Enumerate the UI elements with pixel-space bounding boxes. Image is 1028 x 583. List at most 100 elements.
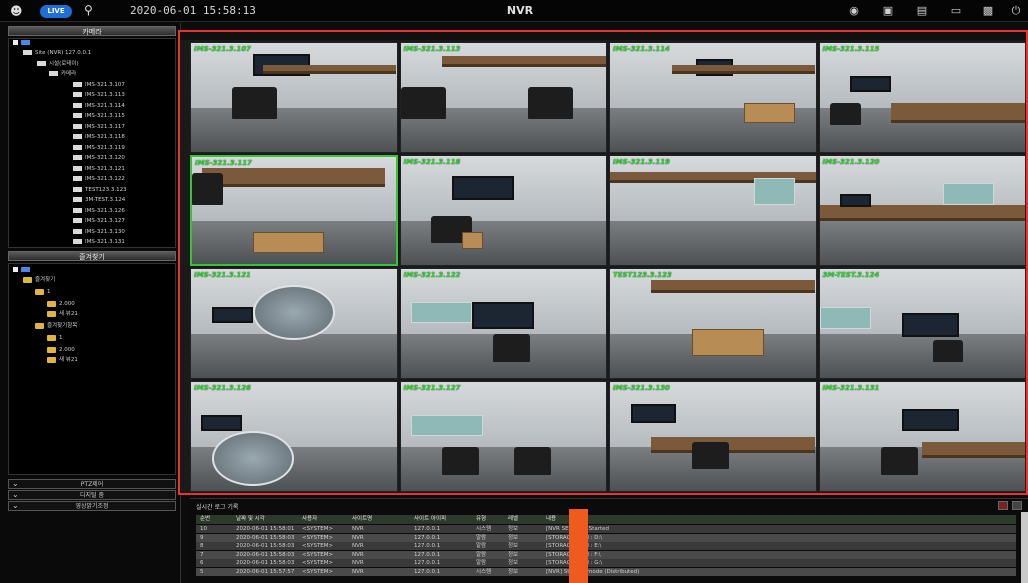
log-cell: [STORAGE] Add : G:\: [546, 560, 603, 566]
camera-tile[interactable]: IMS-321.3.121: [190, 268, 398, 379]
zoom-icon[interactable]: ▣: [880, 4, 896, 18]
screen-icon[interactable]: ▭: [948, 4, 964, 18]
ptz-control-section[interactable]: ⌄ PTZ제어: [8, 479, 176, 489]
log-row[interactable]: 9 2020-06-01 15:58:03 <SYSTEM> NVR 127.0.0.1…: [196, 533, 1016, 542]
camera-tile[interactable]: IMS-321.3.119: [609, 155, 817, 266]
tree-group[interactable]: 시설(로테이): [37, 60, 79, 68]
favorite-item[interactable]: 1: [35, 288, 51, 296]
log-column-header[interactable]: 순번: [196, 515, 236, 524]
log-column-header[interactable]: 내용: [546, 515, 1016, 524]
favorite-item[interactable]: 2.000: [47, 300, 75, 308]
device-tree[interactable]: Site (NVR) 127.0.0.1 시설(로테이) 카메라 IMS-321.3.…: [8, 38, 176, 248]
tree-camera-item[interactable]: IMS-321.3.115: [73, 112, 125, 120]
camera-tile[interactable]: IMS-321.3.114: [609, 42, 817, 153]
scene-fan: [252, 285, 335, 340]
power-icon[interactable]: ⏻: [1008, 4, 1024, 18]
camera-tile[interactable]: IMS-321.3.120: [818, 155, 1026, 266]
log-detach-button[interactable]: [1012, 501, 1022, 510]
favorites-section-header[interactable]: 즐겨찾기: [8, 251, 176, 261]
camera-label: IMS-321.3.127: [403, 384, 461, 392]
favorite-item[interactable]: 새 뷰21: [47, 310, 78, 318]
user-icon[interactable]: ☻: [10, 4, 24, 18]
log-cell: 6: [200, 560, 204, 566]
camera-tile[interactable]: IMS-321.3.107: [190, 42, 398, 153]
camera-tile[interactable]: IMS-321.3.118: [399, 155, 607, 266]
tree-camera-item[interactable]: TEST123.3.123: [73, 186, 127, 194]
camera-grid: IMS-321.3.107 IMS-321.3.113 IMS-321.3.114 I…: [190, 42, 1026, 492]
favorites-tree[interactable]: 즐겨찾기 1 2.000 새 뷰21 즐겨찾기항목 1 2.000 새 뷰21: [8, 263, 176, 475]
tree-camera-item[interactable]: IMS-321.3.118: [73, 133, 125, 141]
log-column-header[interactable]: 유형: [476, 515, 508, 524]
log-column-header[interactable]: 사이트 아이피: [414, 515, 476, 524]
tree-item-label: IMS-321.3.117: [85, 123, 125, 130]
log-cell: 5: [200, 568, 204, 575]
digital-zoom-section[interactable]: ⌄ 디지털 줌: [8, 490, 176, 500]
tree-item-label: IMS-321.3.131: [85, 239, 125, 245]
favorite-item[interactable]: 즐겨찾기: [23, 276, 55, 284]
search-icon[interactable]: ⚲: [84, 3, 98, 17]
tree-camera-item[interactable]: IMS-321.3.120: [73, 154, 125, 162]
view-icon: [47, 300, 56, 307]
tree-camera-item[interactable]: 3M-TEST.3.124: [73, 196, 125, 204]
camera-section-header[interactable]: 카메라: [8, 26, 176, 36]
favorite-item[interactable]: 1: [47, 334, 63, 342]
favorites-root[interactable]: [13, 266, 33, 274]
brightness-section[interactable]: ⌄ 영상밝기조정: [8, 501, 176, 511]
tree-root[interactable]: [13, 39, 33, 47]
scene-chair: [692, 441, 730, 470]
log-column-header[interactable]: 레벨: [508, 515, 546, 524]
log-cell: 10: [200, 526, 207, 532]
tree-camera-item[interactable]: IMS-321.3.131: [73, 238, 125, 246]
camera-tile[interactable]: TEST123.3.123: [609, 268, 817, 379]
chevron-down-icon: ⌄: [12, 490, 19, 499]
display-icon[interactable]: ▤: [914, 4, 930, 18]
tree-camera-item[interactable]: IMS-321.3.107: [73, 81, 125, 89]
shield-icon[interactable]: ◉: [846, 4, 862, 18]
tree-camera-item[interactable]: IMS-321.3.113: [73, 91, 125, 99]
favorite-item[interactable]: 즐겨찾기항목: [35, 322, 77, 330]
camera-tile[interactable]: IMS-321.3.126: [190, 381, 398, 492]
favorite-item[interactable]: 2.000: [47, 346, 75, 354]
log-column-header[interactable]: 사이트명: [352, 515, 414, 524]
camera-tile[interactable]: IMS-321.3.130: [609, 381, 817, 492]
top-bar: ☻ LIVE ⚲ 2020-06-01 15:58:13 NVR ◉ ▣ ▤ ▭…: [0, 0, 1028, 22]
tree-camera-item[interactable]: IMS-321.3.117: [73, 123, 125, 131]
camera-tile[interactable]: IMS-321.3.113: [399, 42, 607, 153]
tree-camera-item[interactable]: IMS-321.3.114: [73, 102, 125, 110]
tree-group[interactable]: 카메라: [49, 70, 76, 78]
log-column-header[interactable]: 사용자: [302, 515, 352, 524]
camera-icon: [73, 92, 82, 97]
tree-camera-item[interactable]: IMS-321.3.127: [73, 217, 125, 225]
log-row[interactable]: 10 2020-06-01 15:58:01 <SYSTEM> NVR 127.0.0.…: [196, 525, 1016, 533]
log-column-header[interactable]: 날짜 및 시각: [236, 515, 302, 524]
tree-camera-item[interactable]: IMS-321.3.122: [73, 175, 125, 183]
favorite-item[interactable]: 새 뷰21: [47, 356, 78, 364]
camera-tile[interactable]: IMS-321.3.131: [818, 381, 1026, 492]
camera-tile[interactable]: 3M-TEST.3.124: [818, 268, 1026, 379]
scene-board: [410, 414, 483, 437]
log-cell: <SYSTEM>: [302, 534, 334, 541]
log-row[interactable]: 7 2020-06-01 15:58:03 <SYSTEM> NVR 127.0.0.1…: [196, 550, 1016, 559]
camera-tile[interactable]: IMS-321.3.117: [190, 155, 398, 266]
log-cell: 정보: [508, 551, 519, 558]
camera-tile[interactable]: IMS-321.3.127: [399, 381, 607, 492]
log-row[interactable]: 5 2020-06-01 15:57:57 <SYSTEM> NVR 127.0.0.1…: [196, 567, 1016, 576]
tree-camera-item[interactable]: IMS-321.3.126: [73, 207, 125, 215]
log-row[interactable]: 8 2020-06-01 15:58:03 <SYSTEM> NVR 127.0.0.1…: [196, 542, 1016, 550]
log-cell: 정보: [508, 560, 519, 566]
chat-icon[interactable]: ▩: [980, 4, 996, 18]
log-cell: 127.0.0.1: [414, 526, 441, 532]
tree-group[interactable]: Site (NVR) 127.0.0.1: [23, 49, 91, 57]
log-scrollbar[interactable]: [1021, 512, 1028, 583]
scene-monitor: [850, 75, 892, 93]
tree-camera-item[interactable]: IMS-321.3.121: [73, 165, 125, 173]
camera-tile[interactable]: IMS-321.3.122: [399, 268, 607, 379]
camera-label: IMS-321.3.115: [822, 45, 880, 53]
log-row[interactable]: 6 2020-06-01 15:58:03 <SYSTEM> NVR 127.0.0.1…: [196, 559, 1016, 567]
scene-box: [692, 328, 765, 357]
camera-tile[interactable]: IMS-321.3.115: [818, 42, 1026, 153]
tree-camera-item[interactable]: IMS-321.3.119: [73, 144, 125, 152]
log-clear-button[interactable]: [998, 501, 1008, 510]
live-button[interactable]: LIVE: [40, 5, 72, 18]
tree-camera-item[interactable]: IMS-321.3.130: [73, 228, 125, 236]
